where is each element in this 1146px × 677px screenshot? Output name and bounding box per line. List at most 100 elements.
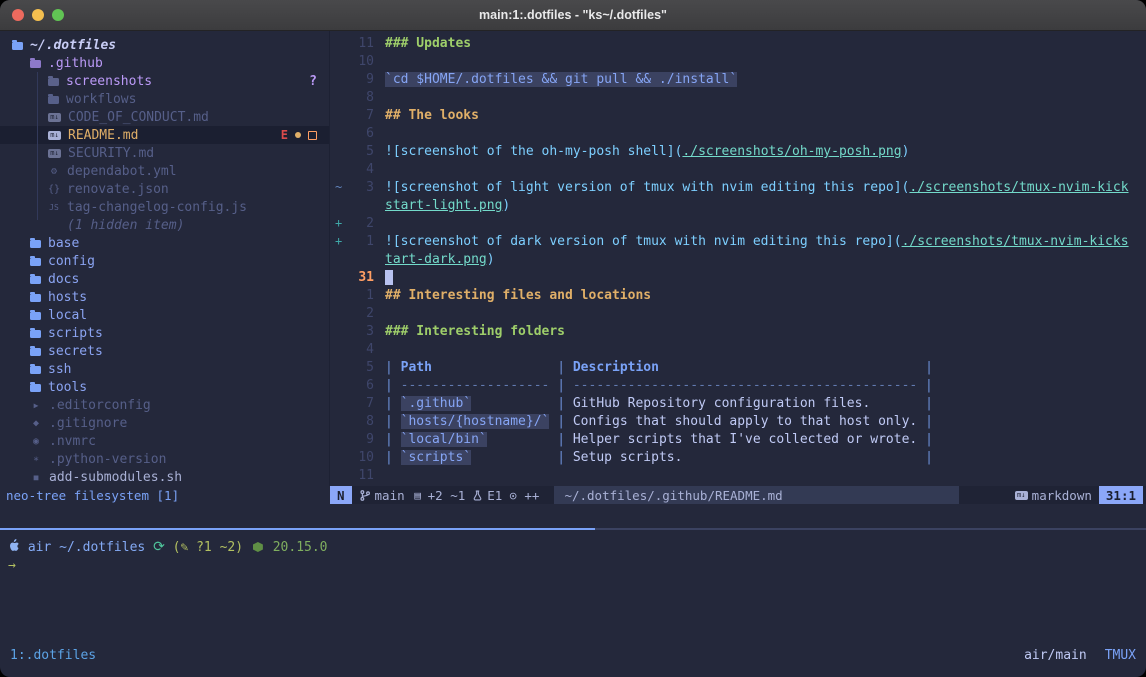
tree-item-base[interactable]: base: [0, 234, 329, 252]
nvim-pane: ~/.dotfiles.githubscreenshots?workflowsm…: [0, 31, 1146, 486]
tree-item-workflows[interactable]: workflows: [0, 90, 329, 108]
tmux-pane-divider[interactable]: [0, 528, 1146, 530]
folder-icon: [30, 257, 41, 266]
editor-line[interactable]: 4: [330, 162, 1146, 180]
tree-item-label: .github: [48, 56, 103, 71]
gutter-sign: [330, 414, 348, 432]
tree-item-dotfiles[interactable]: ~/.dotfiles: [0, 36, 329, 54]
markdown-icon: m↓: [1015, 491, 1028, 500]
tree-item-dependabot-yml[interactable]: ⚙dependabot.yml: [0, 162, 329, 180]
diagnostics-segment: E1: [472, 488, 502, 503]
editor-line[interactable]: 9| `local/bin` | Helper scripts that I'v…: [330, 432, 1146, 450]
editor-line[interactable]: 2: [330, 306, 1146, 324]
sync-icon: ⟳: [153, 539, 165, 555]
line-text: ## Interesting files and locations: [385, 288, 1146, 306]
tree-item-label: dependabot.yml: [67, 164, 177, 179]
editor-line[interactable]: 6| ------------------- | ---------------…: [330, 378, 1146, 396]
line-number: 3: [348, 324, 374, 342]
editor-line[interactable]: 8| `hosts/{hostname}/` | Configs that sh…: [330, 414, 1146, 432]
tree-item-gitignore[interactable]: ◆.gitignore: [0, 414, 329, 432]
gutter-sign: [330, 432, 348, 450]
lualine: N main ▤ +2 ~1: [330, 486, 1146, 504]
prompt-segment: air ~/.dotfiles: [20, 540, 153, 555]
tree-item-add-submodules-sh[interactable]: ■add-submodules.sh: [0, 468, 329, 486]
editor-line[interactable]: 4: [330, 342, 1146, 360]
tree-item-markers: E: [281, 128, 329, 142]
tree-item-screenshots[interactable]: screenshots?: [0, 72, 329, 90]
line-text: | `scripts` | Setup scripts. |: [385, 450, 1146, 468]
tree-item-docs[interactable]: docs: [0, 270, 329, 288]
command-line-area: [0, 504, 1146, 528]
minimize-button[interactable]: [32, 9, 44, 21]
editor-line[interactable]: +1![screenshot of dark version of tmux w…: [330, 234, 1146, 252]
folder-open-icon: [30, 59, 41, 68]
modified-square-icon: [308, 131, 317, 140]
editor-line[interactable]: ~3![screenshot of light version of tmux …: [330, 180, 1146, 198]
neo-tree-sidebar: ~/.dotfiles.githubscreenshots?workflowsm…: [0, 31, 330, 486]
tree-item-local[interactable]: local: [0, 306, 329, 324]
tree-item-hosts[interactable]: hosts: [0, 288, 329, 306]
line-text: [385, 306, 1146, 324]
editor-line[interactable]: 5![screenshot of the oh-my-posh shell](.…: [330, 144, 1146, 162]
editor-line[interactable]: 7## The looks: [330, 108, 1146, 126]
line-number: 4: [348, 162, 374, 180]
tree-item-label: ~/.dotfiles: [30, 38, 116, 53]
git-diff-segment: ▤ +2 ~1: [412, 488, 466, 503]
zoom-button[interactable]: [52, 9, 64, 21]
editor-line[interactable]: 10: [330, 54, 1146, 72]
line-number: 8: [348, 414, 374, 432]
tree-item-editorconfig[interactable]: ▶.editorconfig: [0, 396, 329, 414]
line-number: 5: [348, 360, 374, 378]
editor-line[interactable]: 9`cd $HOME/.dotfiles && git pull && ./in…: [330, 72, 1146, 90]
line-text: ![screenshot of dark version of tmux wit…: [385, 234, 1146, 252]
editor-line[interactable]: 7| `.github` | GitHub Repository configu…: [330, 396, 1146, 414]
editor-line[interactable]: +2: [330, 216, 1146, 234]
tree-item-ssh[interactable]: ssh: [0, 360, 329, 378]
tree-item-readme-md[interactable]: m↓README.mdE: [0, 126, 329, 144]
editor-line[interactable]: 11### Updates: [330, 36, 1146, 54]
line-number: 31: [348, 270, 374, 288]
gutter-sign: [330, 288, 348, 306]
tmux-window-name[interactable]: 1:.dotfiles: [10, 648, 96, 663]
editor-line[interactable]: 5| Path | Description |: [330, 360, 1146, 378]
folder-icon: [30, 311, 41, 320]
tree-item-tag-changelog-config-js[interactable]: JStag-changelog-config.js: [0, 198, 329, 216]
tree-item-security-md[interactable]: m↓SECURITY.md: [0, 144, 329, 162]
editor-buffer[interactable]: 11### Updates 10 9`cd $HOME/.dotfiles &&…: [330, 31, 1146, 486]
gutter-sign: [330, 144, 348, 162]
tree-item-scripts[interactable]: scripts: [0, 324, 329, 342]
line-text: [385, 342, 1146, 360]
shell-script-icon: ■: [30, 473, 42, 482]
line-number: 11: [348, 468, 374, 486]
line-number: 6: [348, 378, 374, 396]
tmux-session-name: air/main: [1024, 648, 1087, 663]
gutter-sign: +: [330, 216, 348, 234]
markdown-file-icon: m↓: [48, 149, 61, 158]
editor-line[interactable]: 31: [330, 270, 1146, 288]
json-icon: {}: [48, 184, 60, 195]
editor-line[interactable]: 1## Interesting files and locations: [330, 288, 1146, 306]
folder-icon: [48, 77, 59, 86]
gutter-sign: [330, 450, 348, 468]
tree-item-config[interactable]: config: [0, 252, 329, 270]
tree-item-code-of-conduct-md[interactable]: m↓CODE_OF_CONDUCT.md: [0, 108, 329, 126]
close-button[interactable]: [12, 9, 24, 21]
tree-item-github[interactable]: .github: [0, 54, 329, 72]
tree-item-renovate-json[interactable]: {}renovate.json: [0, 180, 329, 198]
tree-item-python-version[interactable]: ∗.python-version: [0, 450, 329, 468]
shell-pane[interactable]: air ~/.dotfiles ⟳ (✎ ?1 ~2) 20.15.0 →: [0, 530, 1146, 646]
git-branch-icon: [359, 489, 371, 502]
tree-item-nvmrc[interactable]: ◉.nvmrc: [0, 432, 329, 450]
editor-line[interactable]: 8: [330, 90, 1146, 108]
markdown-file-icon: m↓: [48, 113, 61, 122]
editor-line[interactable]: 11: [330, 468, 1146, 486]
editor-line[interactable]: 3### Interesting folders: [330, 324, 1146, 342]
editor-line[interactable]: start-light.png): [330, 198, 1146, 216]
tree-item-secrets[interactable]: secrets: [0, 342, 329, 360]
tree-item-tools[interactable]: tools: [0, 378, 329, 396]
gutter-sign: [330, 396, 348, 414]
editor-line[interactable]: 10| `scripts` | Setup scripts. |: [330, 450, 1146, 468]
editor-line[interactable]: 6: [330, 126, 1146, 144]
editor-line[interactable]: tart-dark.png): [330, 252, 1146, 270]
tree-item-1-hidden-item[interactable]: (1 hidden item): [0, 216, 329, 234]
